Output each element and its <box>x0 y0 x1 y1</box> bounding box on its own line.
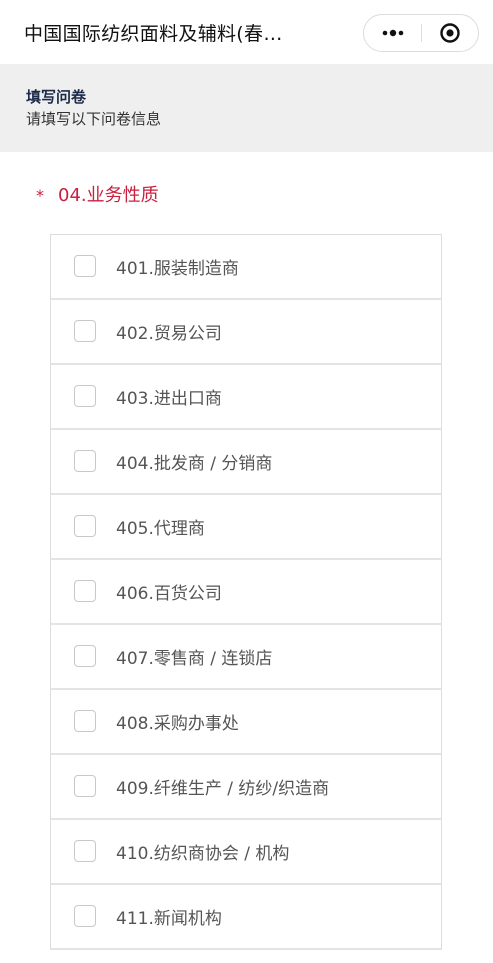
option-item[interactable]: 411.新闻机构 <box>50 885 442 950</box>
top-navigation-bar: 中国国际纺织面料及辅料(春… <box>0 0 493 64</box>
required-marker: * <box>36 186 44 205</box>
checkbox[interactable] <box>74 320 96 342</box>
question-label: * 04.业务性质 <box>36 181 159 207</box>
more-dots-icon <box>382 29 403 37</box>
option-item[interactable]: 407.零售商 / 连锁店 <box>50 625 442 690</box>
page-title: 中国国际纺织面料及辅料(春… <box>24 23 283 45</box>
checkbox[interactable] <box>74 450 96 472</box>
option-label: 409.纤维生产 / 纺纱/织造商 <box>116 779 330 799</box>
survey-header: 填写问卷 请填写以下问卷信息 <box>0 64 493 152</box>
checkbox[interactable] <box>74 645 96 667</box>
checkbox[interactable] <box>74 580 96 602</box>
option-item[interactable]: 408.采购办事处 <box>50 690 442 755</box>
checkbox[interactable] <box>74 775 96 797</box>
option-item[interactable]: 402.贸易公司 <box>50 300 442 365</box>
options-list: 401.服装制造商 402.贸易公司 403.进出口商 404.批发商 / 分销商 40… <box>50 234 442 950</box>
checkbox[interactable] <box>74 385 96 407</box>
option-label: 410.纺织商协会 / 机构 <box>116 844 290 864</box>
option-item[interactable]: 410.纺织商协会 / 机构 <box>50 820 442 885</box>
option-item[interactable]: 401.服装制造商 <box>50 235 442 300</box>
option-label: 406.百货公司 <box>116 584 222 604</box>
option-item[interactable]: 409.纤维生产 / 纺纱/织造商 <box>50 755 442 820</box>
mini-program-capsule <box>363 14 479 52</box>
option-item[interactable]: 404.批发商 / 分销商 <box>50 430 442 495</box>
close-button[interactable] <box>422 15 478 51</box>
option-label: 402.贸易公司 <box>116 324 222 344</box>
option-label: 407.零售商 / 连锁店 <box>116 649 273 669</box>
option-item[interactable]: 406.百货公司 <box>50 560 442 625</box>
option-item[interactable]: 403.进出口商 <box>50 365 442 430</box>
option-item[interactable]: 405.代理商 <box>50 495 442 560</box>
option-label: 405.代理商 <box>116 519 205 539</box>
checkbox[interactable] <box>74 905 96 927</box>
target-close-icon <box>440 23 460 43</box>
option-label: 408.采购办事处 <box>116 714 239 734</box>
checkbox[interactable] <box>74 515 96 537</box>
survey-title: 填写问卷 <box>26 88 87 106</box>
checkbox[interactable] <box>74 710 96 732</box>
question-text: 04.业务性质 <box>58 185 159 206</box>
checkbox[interactable] <box>74 840 96 862</box>
option-label: 404.批发商 / 分销商 <box>116 454 273 474</box>
survey-subtitle: 请填写以下问卷信息 <box>26 110 162 128</box>
option-label: 403.进出口商 <box>116 389 222 409</box>
option-label: 401.服装制造商 <box>116 259 239 279</box>
more-button[interactable] <box>364 15 421 51</box>
option-label: 411.新闻机构 <box>116 909 222 929</box>
checkbox[interactable] <box>74 255 96 277</box>
